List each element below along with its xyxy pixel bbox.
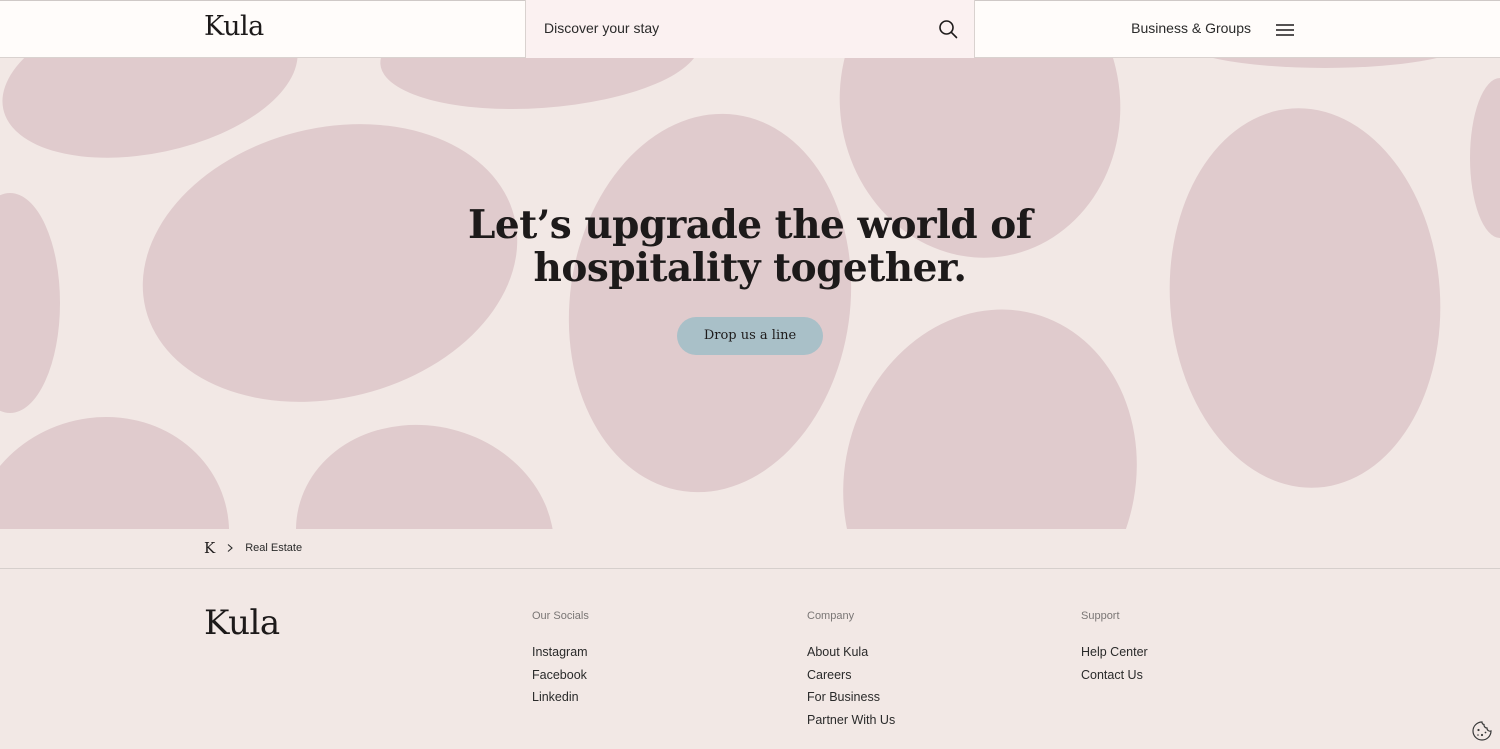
menu-icon[interactable] — [1275, 22, 1295, 38]
hero-blob-pattern — [0, 58, 1500, 529]
hero-section: Let’s upgrade the world of hospitality t… — [0, 58, 1500, 529]
linkedin-link[interactable]: Linkedin — [532, 686, 589, 709]
header-logo[interactable]: Kula — [204, 11, 264, 42]
search-bar[interactable]: Discover your stay — [525, 0, 975, 59]
breadcrumb-current: Real Estate — [245, 542, 303, 554]
hero-title-line-1: Let’s upgrade the world of — [467, 202, 1033, 248]
footer-socials-column: Our Socials Instagram Facebook Linkedin — [532, 610, 589, 709]
hero-title-line-2: hospitality together. — [533, 245, 967, 291]
chevron-right-icon — [227, 544, 234, 552]
facebook-link[interactable]: Facebook — [532, 664, 589, 687]
socials-title: Our Socials — [532, 610, 589, 622]
company-title: Company — [807, 610, 855, 622]
footer-support-column: Support Help Center Contact Us — [1081, 610, 1148, 686]
about-kula-link[interactable]: About Kula — [807, 641, 895, 664]
site-header: Kula Discover your stay Business & Group… — [0, 0, 1500, 59]
footer-company-column: Company About Kula Careers For Business … — [807, 610, 895, 731]
business-groups-link[interactable]: Business & Groups — [1131, 20, 1251, 36]
support-title: Support — [1081, 610, 1120, 622]
search-placeholder[interactable]: Discover your stay — [544, 20, 659, 36]
breadcrumb-home-link[interactable]: K — [204, 539, 215, 557]
careers-link[interactable]: Careers — [807, 664, 895, 687]
for-business-link[interactable]: For Business — [807, 686, 895, 709]
hero-title: Let’s upgrade the world of hospitality t… — [0, 204, 1500, 290]
footer-divider — [0, 568, 1500, 569]
breadcrumb: K Real Estate — [204, 538, 302, 558]
cookie-icon[interactable] — [1471, 720, 1493, 742]
drop-us-a-line-button[interactable]: Drop us a line — [677, 317, 823, 355]
search-icon[interactable] — [938, 19, 958, 39]
help-center-link[interactable]: Help Center — [1081, 641, 1148, 664]
instagram-link[interactable]: Instagram — [532, 641, 589, 664]
footer-logo[interactable]: Kula — [204, 603, 280, 643]
partner-with-us-link[interactable]: Partner With Us — [807, 709, 895, 732]
contact-us-link[interactable]: Contact Us — [1081, 664, 1148, 687]
